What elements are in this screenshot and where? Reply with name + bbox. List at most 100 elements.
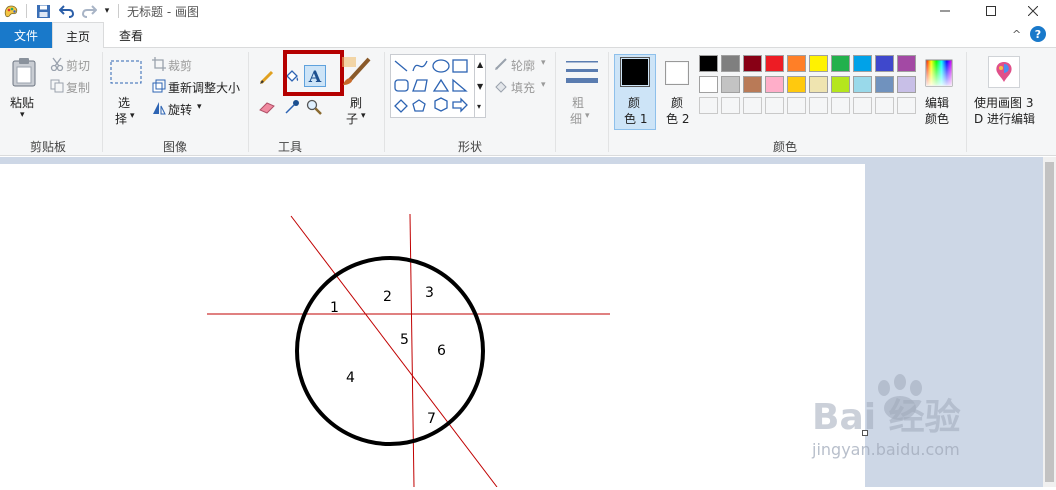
collapse-ribbon-icon[interactable]: ^: [1012, 28, 1021, 41]
outline-icon[interactable]: [494, 57, 508, 71]
maximize-button[interactable]: [968, 0, 1014, 22]
separator: [555, 52, 556, 152]
palette-swatch[interactable]: [897, 55, 916, 72]
palette-swatch[interactable]: [787, 76, 806, 93]
palette-swatch[interactable]: [831, 76, 850, 93]
pencil-icon[interactable]: [258, 68, 276, 86]
brushes-label-2[interactable]: 子: [346, 110, 358, 127]
expand-gallery-icon[interactable]: ▾: [477, 102, 481, 111]
crop-icon[interactable]: [152, 57, 166, 71]
palette-swatch[interactable]: [765, 55, 784, 72]
palette-swatch[interactable]: [699, 97, 718, 114]
color1-swatch[interactable]: [620, 57, 650, 87]
palette-swatch[interactable]: [743, 55, 762, 72]
palette-swatch[interactable]: [743, 97, 762, 114]
edit-colors-label-2[interactable]: 颜色: [925, 110, 949, 127]
palette-swatch[interactable]: [875, 76, 894, 93]
resize-icon[interactable]: [152, 79, 166, 93]
select-dropdown-icon[interactable]: ▾: [130, 111, 135, 121]
crop-label[interactable]: 裁剪: [168, 57, 192, 74]
save-icon[interactable]: [34, 2, 52, 20]
brush-icon[interactable]: [340, 54, 374, 88]
drawing-svg: 1 2 3 4 5 6 7: [207, 213, 610, 488]
palette-swatch[interactable]: [897, 97, 916, 114]
rotate-label[interactable]: 旋转: [168, 101, 192, 118]
select-icon[interactable]: [110, 60, 142, 86]
palette-swatch[interactable]: [853, 55, 872, 72]
palette-swatch[interactable]: [699, 76, 718, 93]
undo-icon[interactable]: [58, 2, 76, 20]
paint3d-label[interactable]: 使用画图 3: [974, 94, 1033, 111]
size-label-2[interactable]: 细: [570, 110, 582, 127]
palette-swatch[interactable]: [721, 55, 740, 72]
select-label[interactable]: 选: [118, 94, 130, 111]
tab-file[interactable]: 文件: [0, 22, 52, 48]
vertical-scrollbar[interactable]: [1043, 157, 1056, 487]
palette-swatch[interactable]: [721, 76, 740, 93]
redo-icon[interactable]: [80, 2, 98, 20]
paint-app-icon[interactable]: [2, 2, 20, 20]
palette-swatch[interactable]: [765, 97, 784, 114]
shapes-gallery[interactable]: [390, 54, 486, 118]
paste-dropdown-icon[interactable]: ▾: [20, 110, 25, 120]
scroll-up-icon[interactable]: ▲: [477, 60, 483, 69]
minimize-button[interactable]: [922, 0, 968, 22]
paint3d-icon[interactable]: [988, 56, 1020, 88]
help-icon[interactable]: ?: [1030, 26, 1046, 42]
palette-swatch[interactable]: [743, 76, 762, 93]
size-icon[interactable]: [564, 56, 600, 90]
color2-swatch[interactable]: [665, 61, 689, 85]
edit-colors-label[interactable]: 编辑: [925, 94, 949, 111]
palette-swatch[interactable]: [897, 76, 916, 93]
rotate-dropdown-icon[interactable]: ▾: [197, 102, 202, 112]
eraser-icon[interactable]: [258, 98, 276, 116]
fill-label[interactable]: 填充: [511, 79, 535, 96]
title-bar: ▾ 无标题 - 画图: [0, 0, 1056, 22]
brushes-dropdown-icon[interactable]: ▾: [361, 111, 366, 121]
palette-swatch[interactable]: [853, 97, 872, 114]
palette-swatch[interactable]: [809, 55, 828, 72]
paste-label[interactable]: 粘贴: [10, 94, 34, 111]
palette-swatch[interactable]: [831, 55, 850, 72]
group-label-clipboard: 剪贴板: [29, 140, 66, 154]
shapes-scroll[interactable]: ▲ ▼ ▾: [474, 54, 486, 118]
drawing-canvas[interactable]: 1 2 3 4 5 6 7: [0, 164, 865, 488]
size-label[interactable]: 粗: [572, 94, 584, 111]
rotate-icon[interactable]: [152, 101, 166, 115]
tab-home[interactable]: 主页: [52, 22, 104, 49]
fill-dropdown-icon[interactable]: ▾: [541, 80, 546, 90]
edit-colors-icon[interactable]: [924, 58, 954, 88]
select-label-2[interactable]: 择: [115, 110, 127, 127]
customize-dropdown-icon[interactable]: ▾: [101, 2, 113, 20]
cut-label[interactable]: 剪切: [66, 57, 90, 74]
paste-icon[interactable]: [10, 56, 38, 88]
palette-swatch[interactable]: [787, 55, 806, 72]
color-picker-icon[interactable]: [283, 98, 301, 116]
palette-swatch[interactable]: [699, 55, 718, 72]
scrollbar-thumb[interactable]: [1045, 162, 1054, 482]
magnifier-icon[interactable]: [305, 98, 323, 116]
palette-swatch[interactable]: [875, 55, 894, 72]
resize-label[interactable]: 重新调整大小: [168, 79, 240, 96]
outline-label[interactable]: 轮廓: [511, 57, 535, 74]
scroll-down-icon[interactable]: ▼: [477, 82, 483, 91]
palette-swatch[interactable]: [787, 97, 806, 114]
palette-swatch[interactable]: [809, 97, 828, 114]
close-button[interactable]: [1010, 0, 1056, 22]
palette-swatch[interactable]: [721, 97, 740, 114]
palette-swatch[interactable]: [831, 97, 850, 114]
fill-shape-icon[interactable]: [494, 79, 508, 93]
region-label-3: 3: [425, 285, 434, 301]
copy-label[interactable]: 复制: [66, 79, 90, 96]
copy-icon[interactable]: [50, 79, 64, 93]
paint3d-label-2[interactable]: D 进行编辑: [974, 110, 1035, 127]
palette-swatch[interactable]: [875, 97, 894, 114]
brushes-label[interactable]: 刷: [350, 94, 362, 111]
size-dropdown-icon[interactable]: ▾: [585, 111, 590, 121]
palette-swatch[interactable]: [853, 76, 872, 93]
palette-swatch[interactable]: [809, 76, 828, 93]
palette-swatch[interactable]: [765, 76, 784, 93]
cut-icon[interactable]: [50, 57, 64, 71]
tab-view[interactable]: 查看: [106, 22, 156, 48]
outline-dropdown-icon[interactable]: ▾: [541, 58, 546, 68]
